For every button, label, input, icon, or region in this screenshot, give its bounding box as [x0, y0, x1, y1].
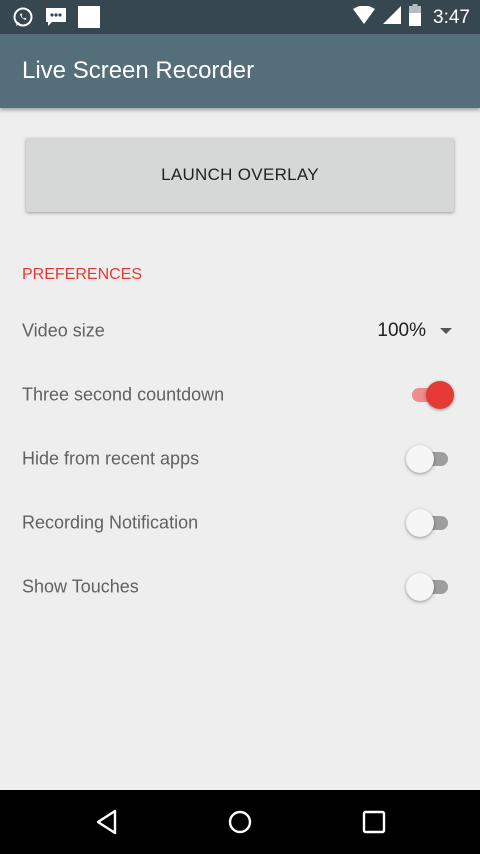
show-touches-label: Show Touches — [22, 576, 139, 597]
recents-icon[interactable] — [360, 808, 388, 836]
recording-notification-switch[interactable] — [406, 509, 452, 537]
recording-notification-row[interactable]: Recording Notification — [0, 491, 480, 555]
switch-thumb — [406, 509, 434, 537]
wifi-icon — [353, 5, 376, 29]
hide-from-recent-apps-label: Hide from recent apps — [22, 448, 200, 469]
dropdown-arrow-icon[interactable] — [440, 328, 452, 334]
square-notification-icon — [78, 6, 100, 33]
clock: 3:47 — [433, 6, 470, 28]
home-icon[interactable] — [226, 808, 254, 836]
battery-icon — [409, 4, 422, 31]
video-size-value[interactable]: 100% — [377, 320, 426, 342]
launch-overlay-button[interactable]: LAUNCH OVERLAY — [26, 138, 454, 212]
video-size-row[interactable]: Video size 100% — [0, 299, 480, 363]
video-size-label: Video size — [22, 320, 105, 341]
launch-overlay-label: LAUNCH OVERLAY — [161, 165, 319, 184]
status-bar: 3:47 — [0, 0, 480, 34]
preferences-header: PREFERENCES — [22, 266, 143, 283]
whatsapp-icon — [12, 6, 34, 33]
app-title: Live Screen Recorder — [22, 57, 255, 84]
signal-icon — [383, 6, 402, 29]
switch-thumb — [426, 381, 454, 409]
three-second-countdown-row[interactable]: Three second countdown — [0, 363, 480, 427]
three-second-countdown-label: Three second countdown — [22, 384, 225, 405]
switch-thumb — [406, 573, 434, 601]
three-second-countdown-switch[interactable] — [408, 381, 454, 409]
hide-from-recent-apps-switch[interactable] — [406, 445, 452, 473]
back-icon[interactable] — [93, 808, 121, 836]
switch-thumb — [406, 445, 434, 473]
navigation-bar — [0, 790, 480, 854]
message-icon — [44, 6, 68, 33]
hide-from-recent-apps-row[interactable]: Hide from recent apps — [0, 427, 480, 491]
show-touches-switch[interactable] — [406, 573, 452, 601]
show-touches-row[interactable]: Show Touches — [0, 555, 480, 619]
app-bar: Live Screen Recorder — [0, 34, 480, 108]
system-status-icons: 3:47 — [353, 4, 470, 31]
notification-icons — [12, 6, 100, 33]
recording-notification-label: Recording Notification — [22, 512, 199, 533]
